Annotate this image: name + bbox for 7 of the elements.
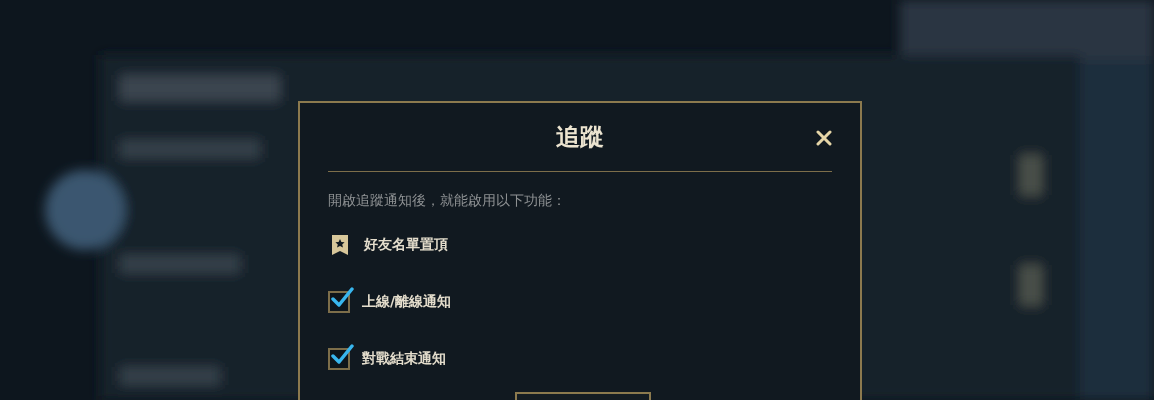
option-label: 上線/離線通知 <box>362 292 452 311</box>
option-label: 對戰結束通知 <box>362 349 446 368</box>
star-bookmark-icon <box>330 233 350 256</box>
option-label: 好友名單置頂 <box>364 235 448 254</box>
dialog-title: 追蹤 <box>556 122 604 153</box>
intro-text: 開啟追蹤通知後，就能啟用以下功能： <box>328 192 567 210</box>
close-icon[interactable] <box>816 130 832 146</box>
